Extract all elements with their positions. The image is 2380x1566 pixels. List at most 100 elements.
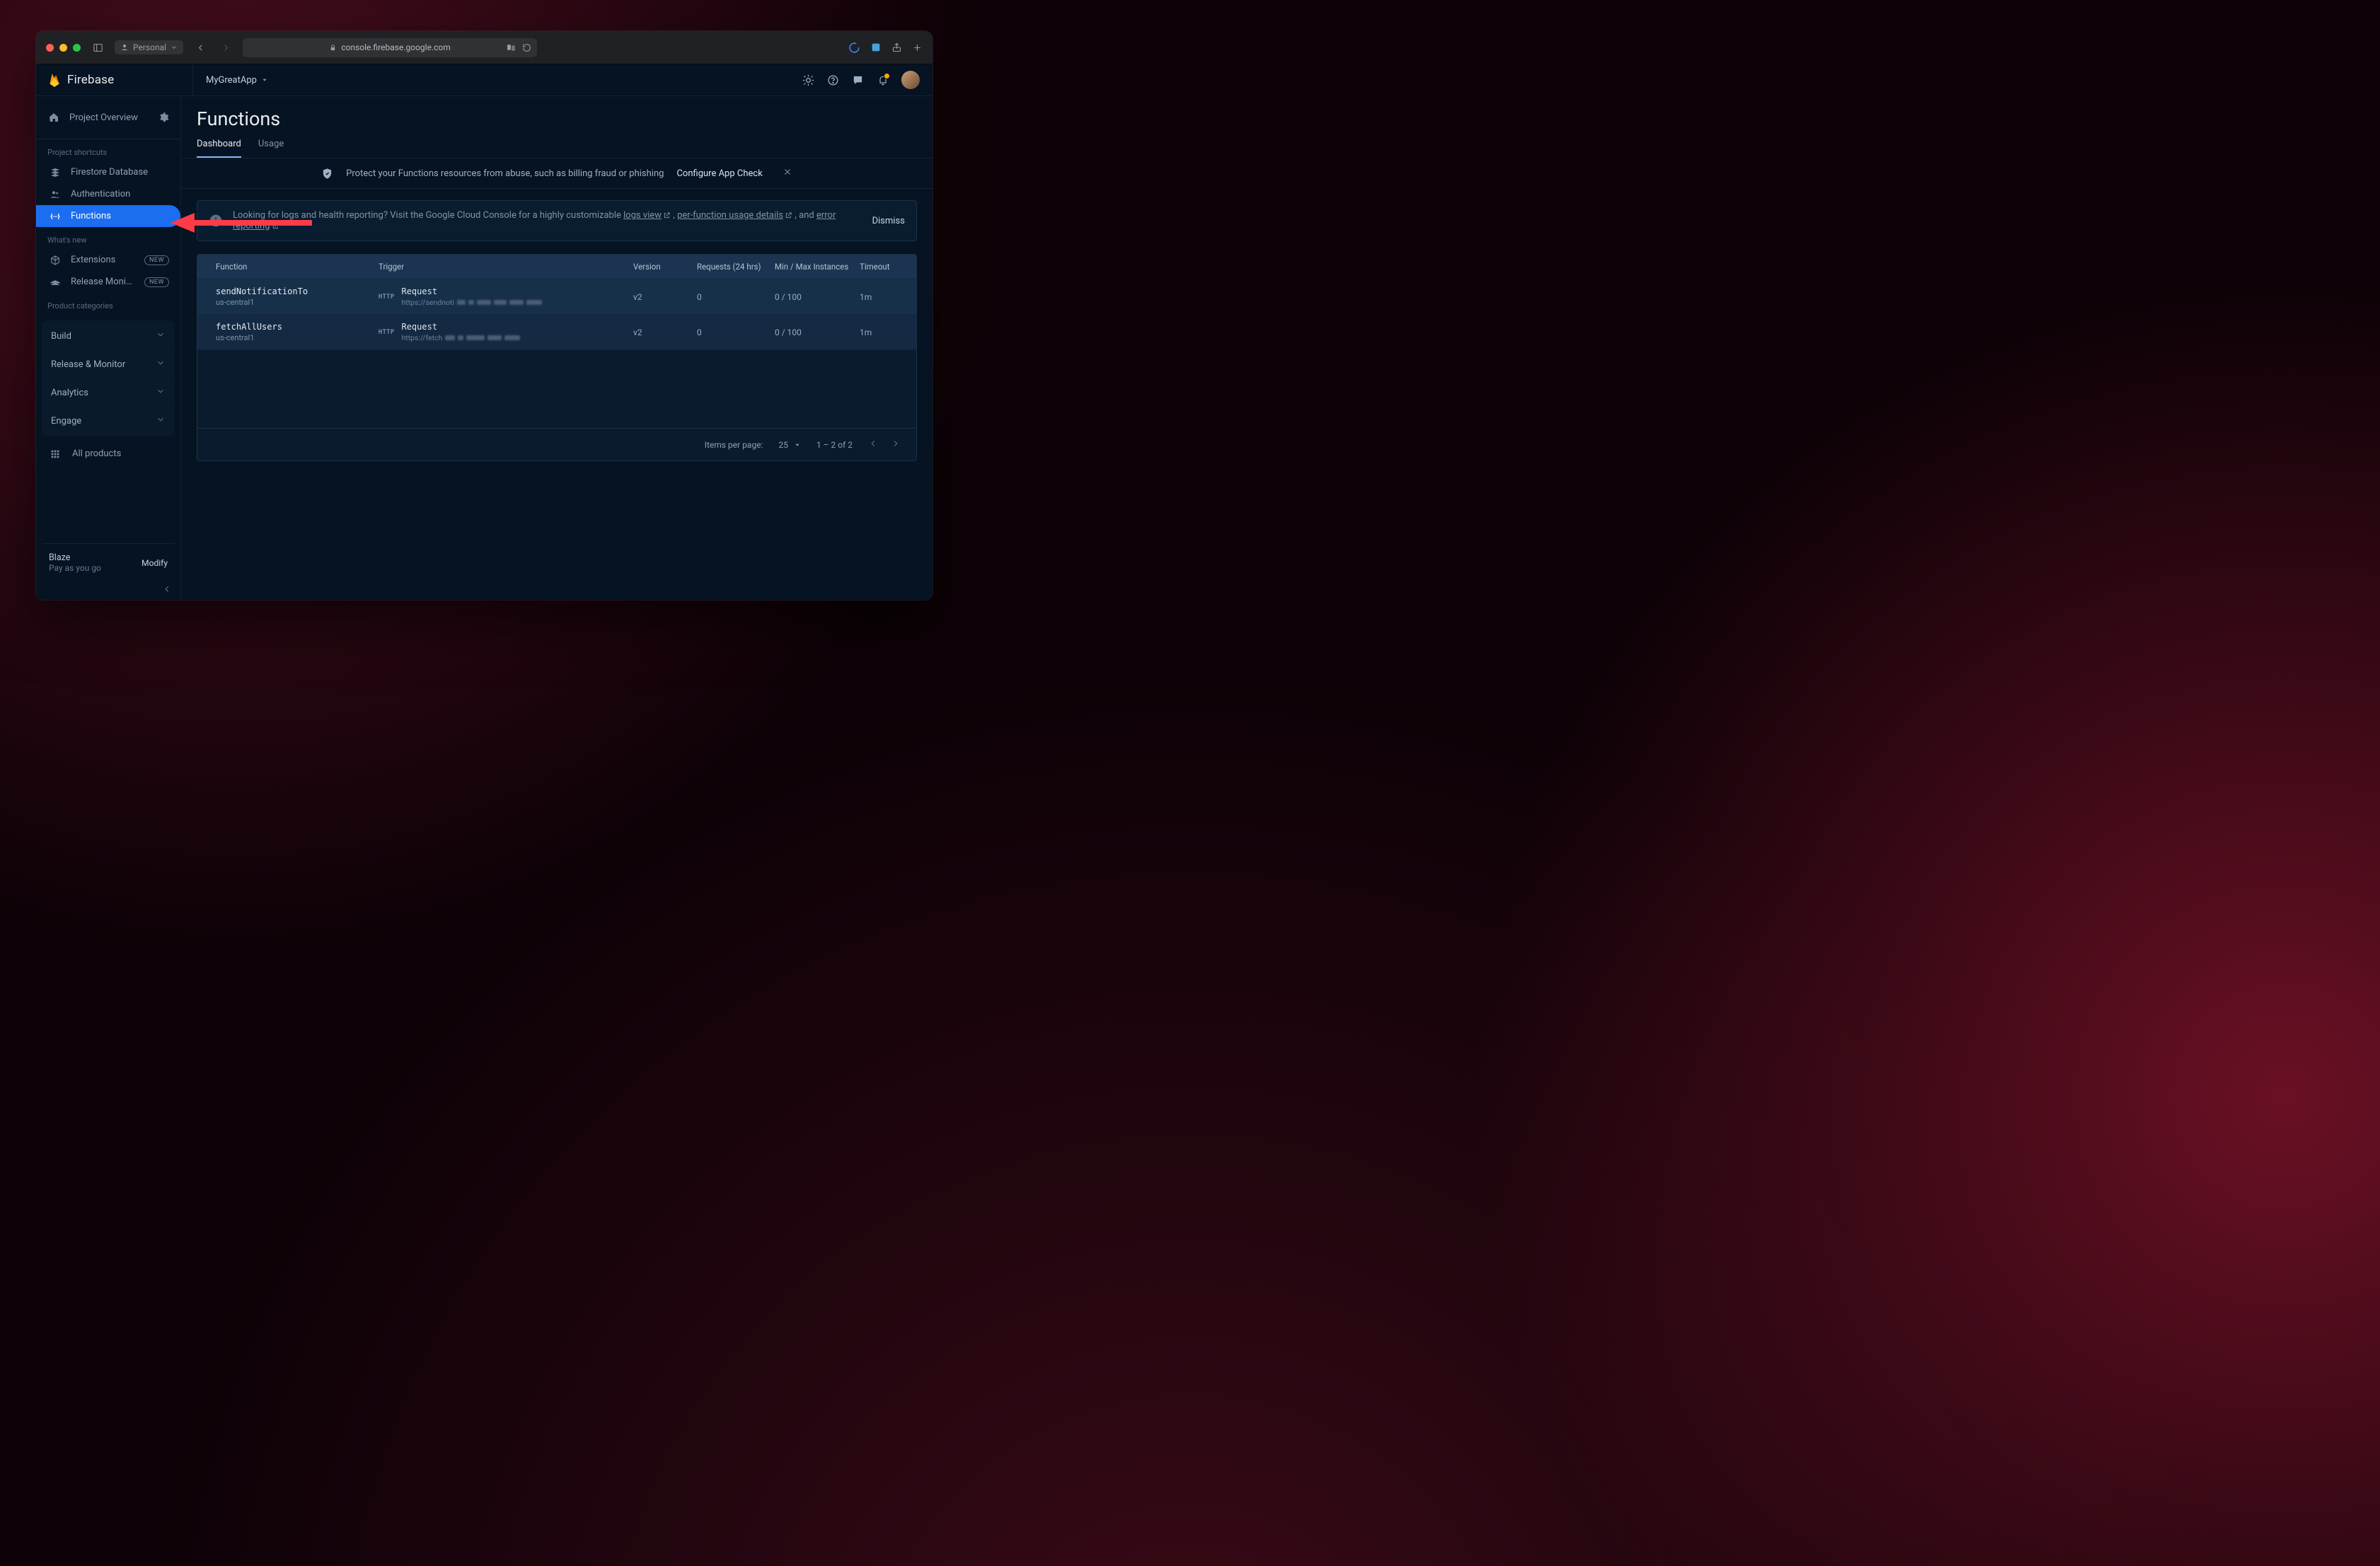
reload-icon[interactable] bbox=[522, 43, 531, 52]
col-trigger: Trigger bbox=[379, 262, 633, 272]
profile-chip[interactable]: Personal bbox=[115, 40, 183, 54]
dismiss-notice-button[interactable]: Dismiss bbox=[872, 216, 905, 226]
chevron-down-icon bbox=[156, 358, 166, 371]
table-row[interactable]: fetchAllUsers us-central1 HTTP Request h… bbox=[197, 314, 916, 349]
items-per-page-selector[interactable]: 25 bbox=[778, 440, 801, 450]
category-label: Release & Monitor bbox=[51, 359, 125, 370]
logs-view-link[interactable]: logs view bbox=[623, 210, 662, 221]
dropdown-icon bbox=[794, 441, 801, 448]
items-per-page-label: Items per page: bbox=[705, 440, 763, 450]
theme-toggle-button[interactable] bbox=[802, 74, 814, 86]
function-region: us-central1 bbox=[216, 333, 379, 342]
col-function: Function bbox=[216, 262, 379, 272]
sidebar: Project Overview Project shortcuts Fires… bbox=[36, 96, 181, 600]
tabs: Dashboard Usage bbox=[181, 139, 932, 158]
category-build[interactable]: Build bbox=[42, 322, 175, 350]
extensions-icon bbox=[49, 254, 61, 266]
table-header: Function Trigger Version Requests (24 hr… bbox=[197, 255, 916, 279]
url-text: console.firebase.google.com bbox=[341, 42, 450, 52]
table-row[interactable]: sendNotificationTo us-central1 HTTP Requ… bbox=[197, 279, 916, 314]
plan-row: Blaze Pay as you go Modify bbox=[42, 543, 175, 580]
usage-details-link[interactable]: per-function usage details bbox=[677, 210, 783, 221]
extension-icon[interactable] bbox=[870, 42, 882, 53]
nav-forward-button[interactable] bbox=[217, 39, 234, 56]
window-controls bbox=[46, 44, 81, 52]
sidebar-item-release-monitoring[interactable]: Release Monito… NEW bbox=[36, 271, 180, 293]
close-window-button[interactable] bbox=[46, 44, 54, 52]
project-overview-label: Project Overview bbox=[69, 112, 138, 123]
plan-desc: Pay as you go bbox=[49, 563, 101, 573]
trigger-url: https://fetch bbox=[401, 333, 520, 342]
firebase-logo[interactable]: Firebase bbox=[36, 64, 193, 95]
configure-app-check-button[interactable]: Configure App Check bbox=[676, 168, 762, 179]
browser-window: Personal console.firebase.google.com bbox=[36, 31, 932, 600]
help-button[interactable] bbox=[827, 74, 839, 86]
category-release-monitor[interactable]: Release & Monitor bbox=[42, 350, 175, 378]
plan-modify-button[interactable]: Modify bbox=[141, 558, 168, 568]
nav-back-button[interactable] bbox=[192, 39, 209, 56]
sidebar-item-firestore[interactable]: Firestore Database bbox=[36, 161, 180, 183]
tab-dashboard[interactable]: Dashboard bbox=[197, 139, 241, 158]
home-icon bbox=[47, 112, 59, 124]
translate-icon[interactable] bbox=[506, 43, 516, 52]
trigger-url: https://sendnoti bbox=[401, 298, 542, 307]
table-footer: Items per page: 25 1 – 2 of 2 bbox=[197, 428, 916, 460]
dropdown-icon bbox=[261, 76, 268, 83]
app-check-banner: Protect your Functions resources from ab… bbox=[181, 158, 932, 189]
minimize-window-button[interactable] bbox=[59, 44, 67, 52]
trigger-type: Request bbox=[401, 286, 542, 296]
sidebar-item-authentication[interactable]: Authentication bbox=[36, 183, 180, 205]
firestore-icon bbox=[49, 166, 61, 178]
function-name: fetchAllUsers bbox=[216, 322, 379, 332]
release-monitor-icon bbox=[49, 276, 61, 288]
account-avatar[interactable] bbox=[901, 71, 920, 89]
browser-titlebar: Personal console.firebase.google.com bbox=[36, 31, 932, 64]
category-analytics[interactable]: Analytics bbox=[42, 378, 175, 407]
new-badge: NEW bbox=[144, 277, 169, 287]
external-link-icon bbox=[785, 211, 792, 219]
shield-icon bbox=[321, 168, 333, 180]
project-selector[interactable]: MyGreatApp bbox=[193, 75, 268, 86]
sidebar-item-label: Extensions bbox=[71, 255, 134, 265]
http-tag: HTTP bbox=[379, 294, 394, 301]
firebase-header: Firebase MyGreatApp bbox=[36, 64, 932, 96]
chevron-down-icon bbox=[156, 386, 166, 399]
main-content: Functions Dashboard Usage Protect your F… bbox=[181, 96, 932, 600]
sidebar-item-functions[interactable]: Functions bbox=[36, 205, 180, 227]
grid-icon bbox=[49, 448, 61, 460]
project-overview-link[interactable]: Project Overview bbox=[47, 112, 138, 124]
sidebar-toggle-button[interactable] bbox=[89, 39, 106, 56]
firebase-flame-icon bbox=[48, 72, 61, 88]
collapse-sidebar-button[interactable] bbox=[36, 580, 180, 600]
lock-icon bbox=[329, 44, 337, 52]
cell-timeout: 1m bbox=[860, 327, 917, 337]
feedback-button[interactable] bbox=[852, 74, 864, 86]
header-actions bbox=[802, 71, 932, 89]
sidebar-item-extensions[interactable]: Extensions NEW bbox=[36, 249, 180, 271]
http-tag: HTTP bbox=[379, 329, 394, 336]
prev-page-button[interactable] bbox=[868, 439, 878, 451]
sidebar-item-label: Firestore Database bbox=[71, 167, 169, 178]
all-products-link[interactable]: All products bbox=[36, 436, 180, 460]
categories-heading: Product categories bbox=[36, 293, 180, 315]
cell-requests: 0 bbox=[697, 327, 775, 337]
notifications-button[interactable] bbox=[877, 74, 889, 86]
chevron-down-icon bbox=[156, 414, 166, 427]
new-tab-icon[interactable] bbox=[912, 42, 923, 53]
close-banner-button[interactable] bbox=[782, 167, 792, 180]
cell-instances: 0 / 100 bbox=[775, 292, 860, 302]
next-page-button[interactable] bbox=[891, 439, 901, 451]
notice-text: Looking for logs and health reporting? V… bbox=[233, 210, 862, 231]
category-engage[interactable]: Engage bbox=[42, 407, 175, 435]
trigger-type: Request bbox=[401, 322, 520, 332]
plan-name: Blaze bbox=[49, 552, 101, 563]
share-icon[interactable] bbox=[891, 42, 902, 53]
tab-usage[interactable]: Usage bbox=[258, 139, 284, 158]
fullscreen-window-button[interactable] bbox=[73, 44, 81, 52]
settings-gear-icon[interactable] bbox=[157, 112, 169, 124]
project-name: MyGreatApp bbox=[206, 75, 257, 86]
url-bar[interactable]: console.firebase.google.com bbox=[243, 38, 537, 57]
info-icon bbox=[209, 214, 223, 228]
functions-icon bbox=[49, 210, 61, 222]
cell-version: v2 bbox=[633, 292, 697, 302]
